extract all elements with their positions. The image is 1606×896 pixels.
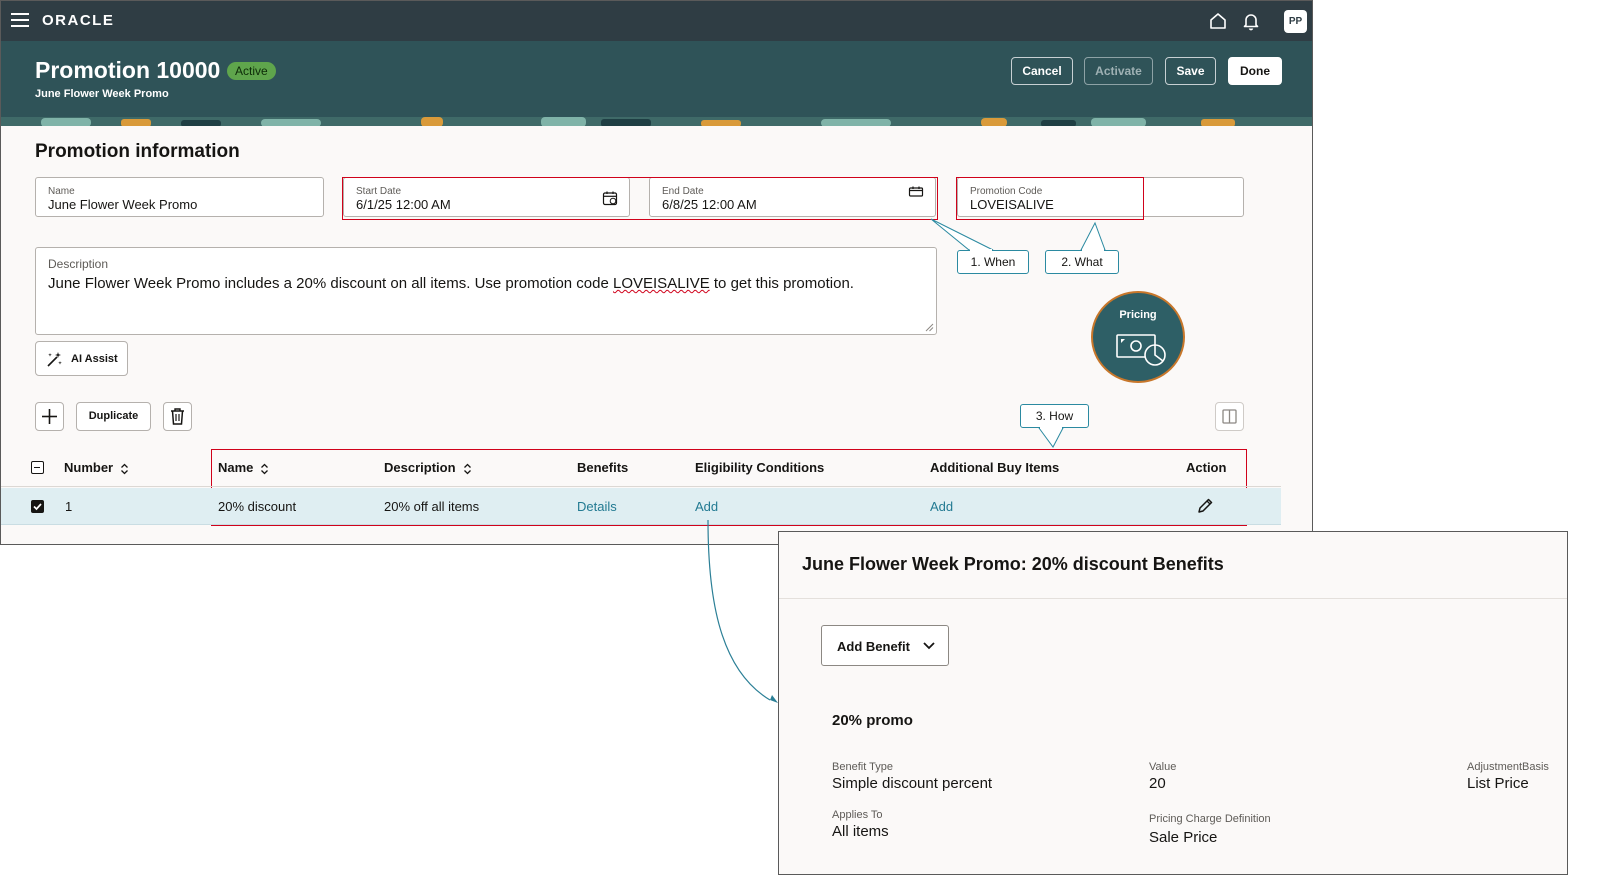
column-benefits: Benefits <box>577 460 629 475</box>
add-benefit-label: Add Benefit <box>837 639 910 654</box>
sort-icon <box>261 463 269 474</box>
row-checkbox[interactable] <box>31 500 44 513</box>
adjustment-basis-value: List Price <box>1467 775 1529 792</box>
divider <box>779 598 1567 599</box>
pricing-charge-value: Sale Price <box>1149 829 1218 846</box>
pricing-charge-label: Pricing Charge Definition <box>1149 813 1271 825</box>
applies-to-value: All items <box>832 823 889 840</box>
row-name: 20% discount <box>218 499 297 514</box>
value-value: 20 <box>1149 775 1166 792</box>
grid-header: Number Name Description Benefits Eligibi… <box>1 449 1281 487</box>
duplicate-button[interactable]: Duplicate <box>76 402 151 431</box>
pricing-money-icon <box>1116 334 1166 366</box>
additional-buy-add-link[interactable]: Add <box>930 499 953 514</box>
panel-icon <box>1222 409 1237 424</box>
add-benefit-button[interactable]: Add Benefit <box>821 625 949 666</box>
trash-icon <box>171 408 184 425</box>
screenshot-canvas: ORACLE PP Promotion 10000 Active June Fl… <box>0 0 1606 896</box>
row-description: 20% off all items <box>384 499 480 514</box>
column-action: Action <box>1186 460 1227 475</box>
column-eligibility: Eligibility Conditions <box>695 460 825 475</box>
column-additional-buy: Additional Buy Items <box>930 460 1060 475</box>
benefit-type-label: Benefit Type <box>832 761 893 773</box>
benefits-details-link[interactable]: Details <box>577 499 617 514</box>
promotion-window: ORACLE PP Promotion 10000 Active June Fl… <box>0 0 1313 545</box>
chevron-down-icon <box>923 642 935 650</box>
pricing-badge: Pricing <box>1091 291 1185 383</box>
plus-icon <box>42 409 57 424</box>
table-row[interactable]: 1 20% discount 20% off all items Details… <box>1 488 1281 525</box>
value-label: Value <box>1149 761 1177 773</box>
benefits-title: June Flower Week Promo: 20% discount Ben… <box>802 554 1224 574</box>
applies-to-label: Applies To <box>832 809 883 821</box>
column-number-label: Number <box>64 460 114 475</box>
checkbox-icon <box>33 503 42 511</box>
eligibility-add-link[interactable]: Add <box>695 499 718 514</box>
sort-icon <box>463 463 471 474</box>
column-number[interactable]: Number <box>64 460 129 475</box>
sort-icon <box>121 463 129 474</box>
row-number: 1 <box>65 499 73 514</box>
add-row-button[interactable] <box>35 402 64 431</box>
column-name-label: Name <box>218 460 254 475</box>
benefit-type-value: Simple discount percent <box>832 775 993 792</box>
select-all-checkbox[interactable] <box>31 461 44 474</box>
column-name[interactable]: Name <box>218 460 269 475</box>
benefit-name: 20% promo <box>832 712 913 729</box>
benefits-panel: June Flower Week Promo: 20% discount Ben… <box>778 531 1568 875</box>
pricing-label: Pricing <box>1119 309 1157 321</box>
delete-button[interactable] <box>163 402 192 431</box>
column-description-label: Description <box>384 460 456 475</box>
pencil-icon[interactable] <box>1196 497 1214 515</box>
panel-toggle-button[interactable] <box>1215 402 1244 431</box>
column-description[interactable]: Description <box>384 460 472 475</box>
adjustment-basis-label: AdjustmentBasis <box>1467 761 1549 773</box>
